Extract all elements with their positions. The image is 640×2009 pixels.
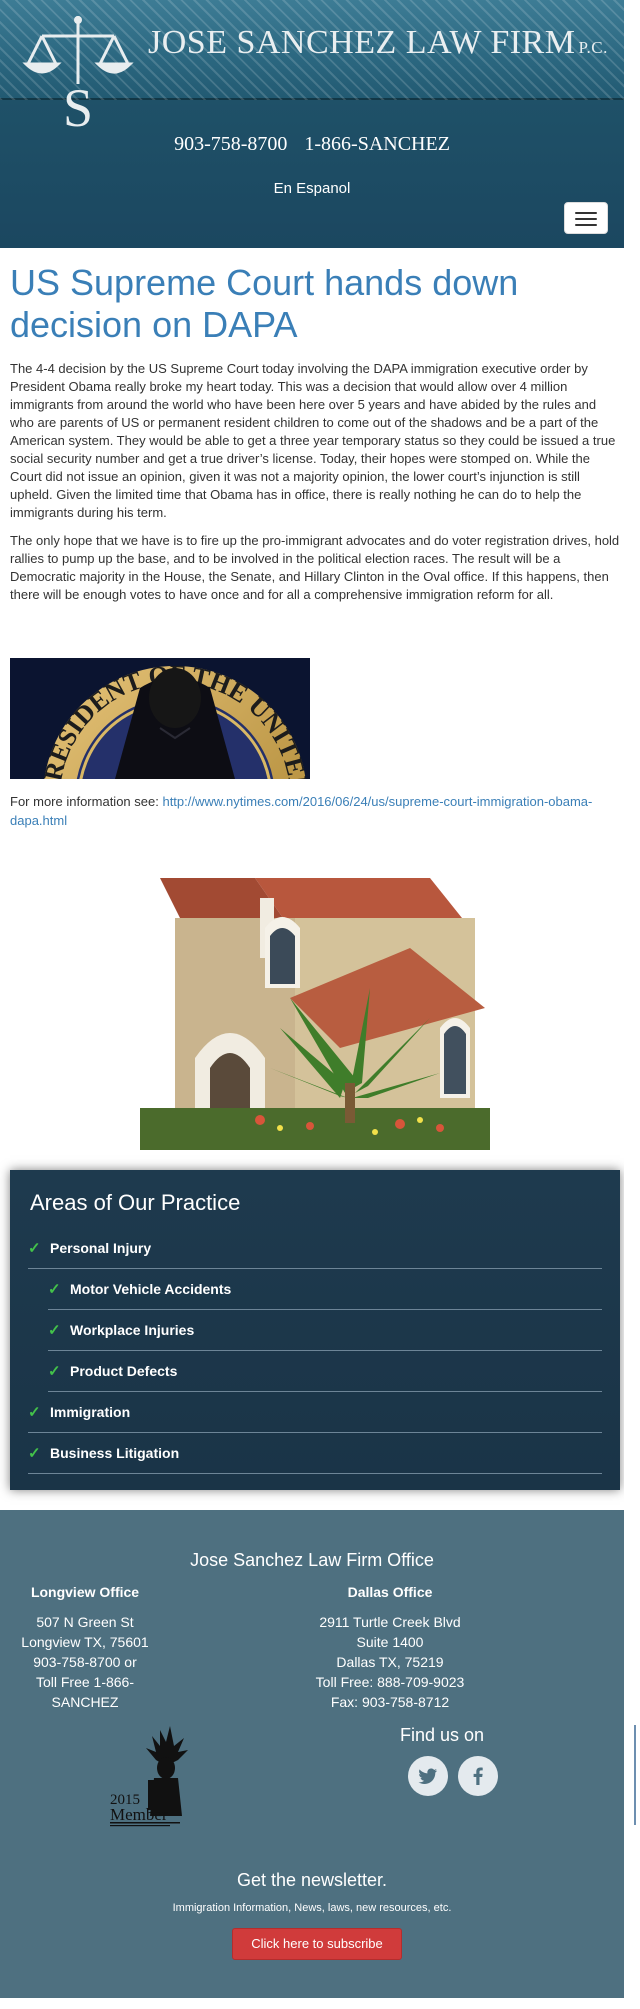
twitter-icon bbox=[418, 1768, 437, 1785]
badge-word: Member bbox=[110, 1805, 168, 1824]
office-line: Toll Free 1-866- bbox=[35, 1674, 135, 1690]
longview-office: Longview Office 507 N Green St Longview … bbox=[20, 1582, 150, 1712]
twitter-button[interactable] bbox=[408, 1756, 448, 1796]
spanish-language-link[interactable]: En Espanol bbox=[0, 180, 624, 197]
office-line: 2911 Turtle Creek Blvd bbox=[319, 1614, 461, 1630]
check-icon: ✓ bbox=[28, 1445, 41, 1462]
office-line: Suite 1400 bbox=[356, 1634, 424, 1650]
practice-areas-list: ✓ Personal Injury ✓ Motor Vehicle Accide… bbox=[28, 1228, 602, 1474]
find-us-label: Find us on bbox=[400, 1725, 485, 1745]
office-phone[interactable]: Toll Free: 888-709-9023 bbox=[300, 1672, 480, 1692]
article-paragraph: The only hope that we have is to fire up… bbox=[10, 533, 620, 602]
article-title: US Supreme Court hands down decision on … bbox=[10, 262, 519, 345]
phone-link-tollfree[interactable]: 1-866-SANCHEZ bbox=[304, 133, 450, 155]
practice-item-motor-vehicle-accidents[interactable]: ✓ Motor Vehicle Accidents bbox=[48, 1269, 602, 1310]
more-info-label: For more information see: bbox=[10, 794, 159, 809]
article: US Supreme Court hands down decision on … bbox=[10, 262, 622, 828]
firm-suffix: P.C. bbox=[578, 38, 608, 57]
office-line: Longview TX, 75601 bbox=[21, 1634, 149, 1650]
office-line: Fax: 903-758-8712 bbox=[330, 1694, 450, 1710]
article-body: The 4-4 decision by the US Supreme Court… bbox=[10, 360, 622, 604]
obama-seal-photo: PRESIDENT OF THE UNITED bbox=[10, 658, 310, 779]
scales-of-justice-icon[interactable]: S bbox=[22, 14, 134, 132]
office-heading: Longview Office bbox=[30, 1584, 140, 1600]
subscribe-button[interactable]: Click here to subscribe bbox=[232, 1928, 402, 1960]
page: S JOSE SANCHEZ LAW FIRM P.C. 903-758-8700… bbox=[0, 0, 624, 2009]
phone-link-local[interactable]: 903-758-8700 bbox=[174, 133, 287, 155]
office-heading: Dallas Office bbox=[347, 1584, 433, 1600]
page-gutter bbox=[624, 0, 640, 2009]
practice-item-label: Motor Vehicle Accidents bbox=[70, 1281, 232, 1297]
check-icon: ✓ bbox=[28, 1404, 41, 1421]
practice-item-label: Immigration bbox=[50, 1404, 131, 1420]
practice-item-label: Personal Injury bbox=[50, 1240, 152, 1256]
practice-item-personal-injury[interactable]: ✓ Personal Injury bbox=[28, 1228, 602, 1269]
facebook-button[interactable] bbox=[458, 1756, 498, 1796]
more-info: For more information see: http://www.nyt… bbox=[10, 792, 620, 830]
practice-item-label: Business Litigation bbox=[50, 1445, 180, 1461]
practice-item-product-defects[interactable]: ✓ Product Defects bbox=[48, 1351, 602, 1392]
firm-name-text: JOSE SANCHEZ LAW FIRM bbox=[148, 24, 576, 61]
practice-item-workplace-injuries[interactable]: ✓ Workplace Injuries bbox=[48, 1310, 602, 1351]
member-badge-logo: 2015 Member bbox=[110, 1726, 188, 1827]
practice-areas-title: Areas of Our Practice bbox=[30, 1190, 241, 1215]
office-line: Dallas TX, 75219 bbox=[336, 1654, 444, 1670]
logo-letter: S bbox=[63, 78, 93, 132]
newsletter-title: Get the newsletter. bbox=[236, 1870, 388, 1890]
practice-areas-panel: Areas of Our Practice ✓ Personal Injury … bbox=[10, 1170, 620, 1490]
newsletter-subtitle: Immigration Information, News, laws, new… bbox=[172, 1902, 452, 1914]
office-building-photo bbox=[140, 858, 490, 1150]
site-footer: Jose Sanchez Law Firm Office Longview Of… bbox=[0, 1510, 624, 1998]
practice-item-label: Product Defects bbox=[70, 1363, 178, 1379]
facebook-icon bbox=[473, 1767, 483, 1785]
office-phone[interactable]: 903-758-8700 or bbox=[20, 1652, 150, 1672]
check-icon: ✓ bbox=[48, 1281, 61, 1298]
footer-title: Jose Sanchez Law Firm Office bbox=[190, 1550, 434, 1570]
practice-item-label: Workplace Injuries bbox=[70, 1322, 195, 1338]
site-header: S JOSE SANCHEZ LAW FIRM P.C. 903-758-8700… bbox=[0, 0, 624, 248]
check-icon: ✓ bbox=[48, 1363, 61, 1380]
hamburger-menu-button[interactable] bbox=[564, 202, 608, 234]
scrollbar[interactable] bbox=[634, 1725, 636, 1825]
office-line: SANCHEZ bbox=[51, 1694, 119, 1710]
check-icon: ✓ bbox=[48, 1322, 61, 1339]
office-line: 507 N Green St bbox=[36, 1614, 134, 1630]
check-icon: ✓ bbox=[28, 1240, 41, 1257]
dallas-office: Dallas Office 2911 Turtle Creek Blvd Sui… bbox=[300, 1582, 480, 1712]
practice-item-business-litigation[interactable]: ✓ Business Litigation bbox=[28, 1433, 602, 1474]
firm-name[interactable]: JOSE SANCHEZ LAW FIRM P.C. bbox=[148, 24, 608, 62]
phone-numbers: 903-758-8700 1-866-SANCHEZ bbox=[0, 133, 624, 156]
article-paragraph: The 4-4 decision by the US Supreme Court… bbox=[10, 361, 616, 520]
practice-item-immigration[interactable]: ✓ Immigration bbox=[28, 1392, 602, 1433]
